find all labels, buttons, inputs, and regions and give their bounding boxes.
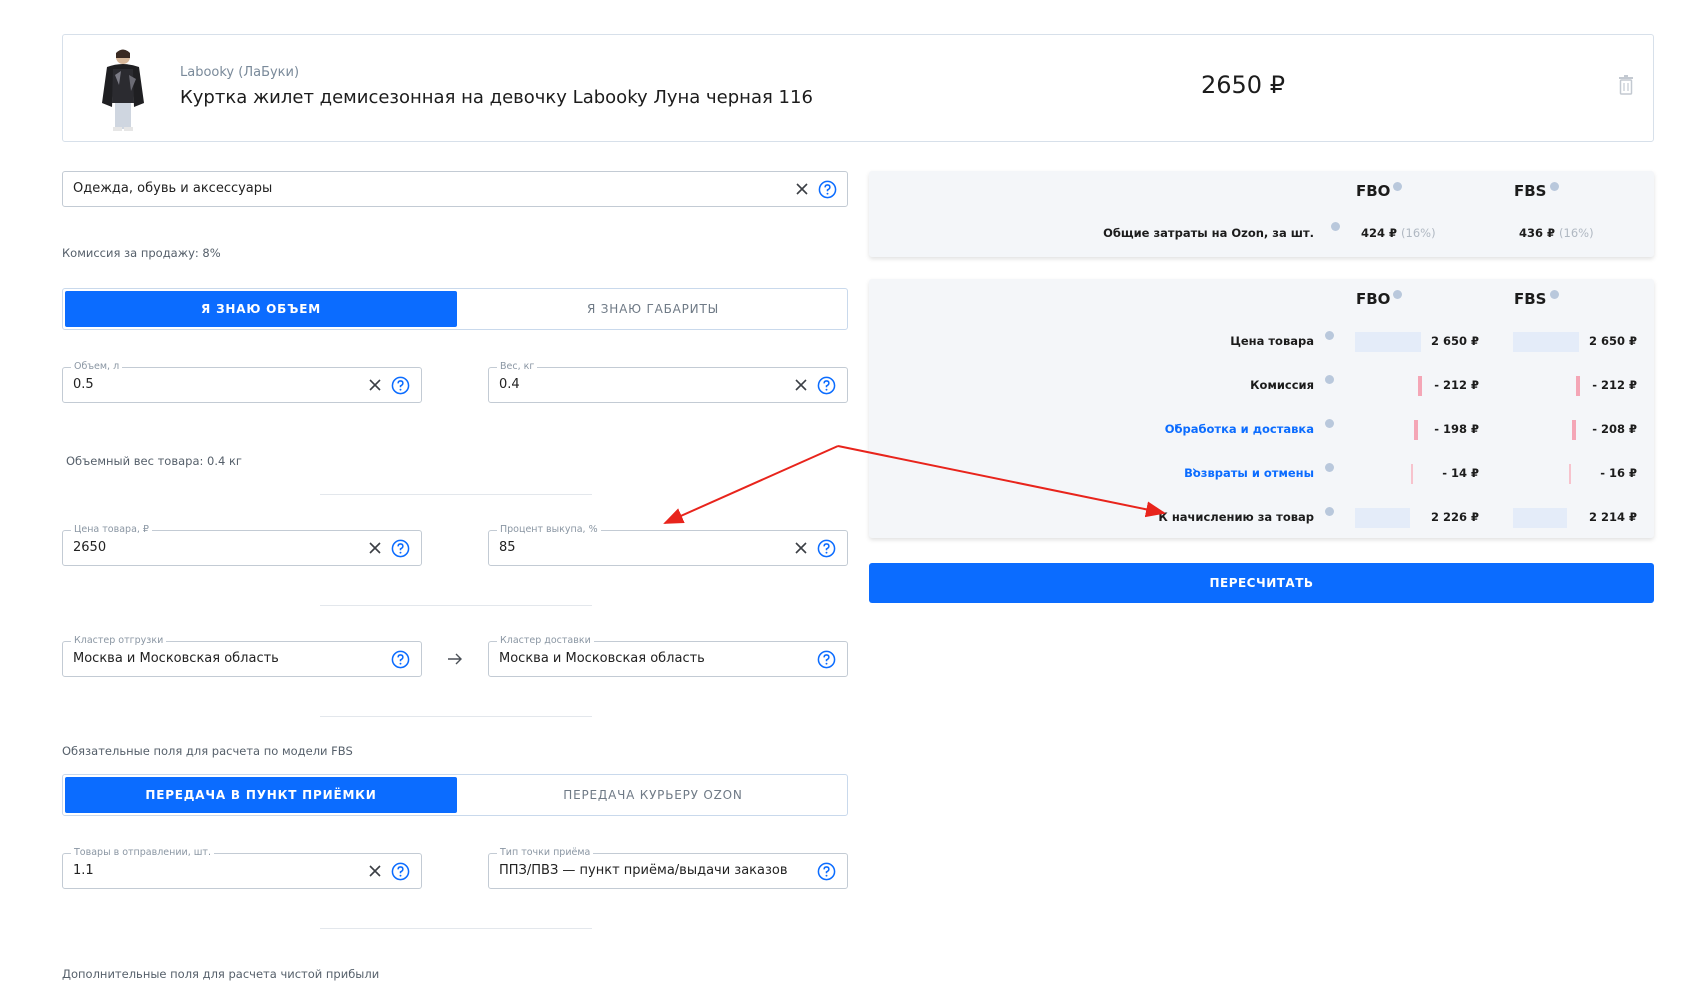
annotation-arrows [663, 445, 1166, 524]
annotation-arrow-to-buyout [663, 445, 839, 524]
annotation-arrow-to-payout [837, 445, 1166, 518]
